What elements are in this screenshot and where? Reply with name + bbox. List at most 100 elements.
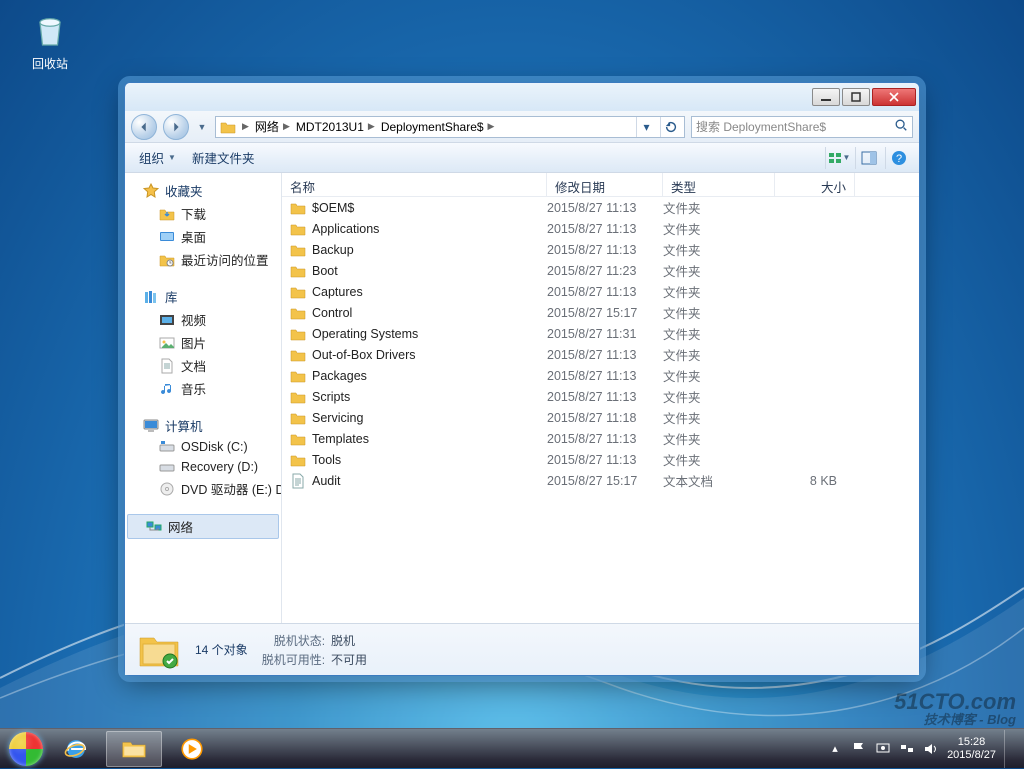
sidebar-drive-d[interactable]: Recovery (D:) [125,457,281,477]
file-type: 文件夹 [663,198,775,217]
list-item[interactable]: Packages2015/8/27 11:13文件夹 [282,365,919,386]
file-name: Captures [312,285,363,299]
col-date[interactable]: 修改日期 [547,173,663,196]
sidebar-libraries-header[interactable]: 库 [125,285,281,308]
recycle-bin[interactable]: 回收站 [20,10,80,72]
file-date: 2015/8/27 11:13 [547,285,663,299]
sidebar-computer-header[interactable]: 计算机 [125,414,281,437]
maximize-button[interactable] [842,88,870,106]
list-item[interactable]: $OEM$2015/8/27 11:13文件夹 [282,197,919,218]
address-dropdown[interactable]: ▾ [636,117,656,137]
watermark: 51CTO.com技术博客 - Blog [894,691,1016,726]
folder-icon [290,200,306,216]
file-size: 8 KB [775,474,855,488]
list-item[interactable]: Out-of-Box Drivers2015/8/27 11:13文件夹 [282,344,919,365]
file-type: 文件夹 [663,387,775,406]
file-type: 文件夹 [663,219,775,238]
crumb-share[interactable]: DeploymentShare$▶ [381,120,497,134]
new-folder-button[interactable]: 新建文件夹 [186,145,261,170]
file-date: 2015/8/27 11:31 [547,327,663,341]
file-date: 2015/8/27 15:17 [547,474,663,488]
titlebar[interactable] [125,83,919,111]
folder-icon [290,389,306,405]
file-name: Packages [312,369,367,383]
sidebar-network[interactable]: 网络 [127,514,279,539]
view-button[interactable]: ▼ [825,147,851,169]
list-item[interactable]: Control2015/8/27 15:17文件夹 [282,302,919,323]
col-name[interactable]: 名称 [282,173,547,196]
toolbar: 组织 ▼ 新建文件夹 ▼ ? [125,143,919,173]
list-item[interactable]: Templates2015/8/27 11:13文件夹 [282,428,919,449]
file-list[interactable]: $OEM$2015/8/27 11:13文件夹Applications2015/… [282,197,919,623]
network-icon [146,519,162,535]
file-type: 文件夹 [663,282,775,301]
taskbar-wmp[interactable] [164,731,220,767]
crumb-network[interactable]: 网络▶ [255,118,292,135]
sidebar-desktop[interactable]: 桌面 [125,225,281,248]
address-bar[interactable]: ▶ 网络▶ MDT2013U1▶ DeploymentShare$▶ ▾ [215,116,685,138]
sidebar-drive-c[interactable]: OSDisk (C:) [125,437,281,457]
explorer-window: ▼ ▶ 网络▶ MDT2013U1▶ DeploymentShare$▶ ▾ 搜… [124,82,920,676]
sidebar-documents[interactable]: 文档 [125,354,281,377]
refresh-button[interactable] [660,117,680,137]
computer-icon [143,418,159,434]
sidebar-favorites-header[interactable]: 收藏夹 [125,179,281,202]
nav-history-dropdown[interactable]: ▼ [195,122,209,132]
sidebar-pictures[interactable]: 图片 [125,331,281,354]
sidebar-recent[interactable]: 最近访问的位置 [125,248,281,271]
list-item[interactable]: Scripts2015/8/27 11:13文件夹 [282,386,919,407]
tray-screen-icon[interactable] [875,741,891,757]
file-type: 文件夹 [663,240,775,259]
system-tray[interactable]: ▴ 15:282015/8/27 [827,730,1018,768]
tray-volume-icon[interactable] [923,741,939,757]
search-icon[interactable] [894,118,908,135]
recycle-bin-label: 回收站 [20,55,80,72]
list-item[interactable]: Applications2015/8/27 11:13文件夹 [282,218,919,239]
folder-icon [290,347,306,363]
minimize-button[interactable] [812,88,840,106]
file-name: Scripts [312,390,350,404]
tray-clock[interactable]: 15:282015/8/27 [947,736,996,761]
show-desktop-button[interactable] [1004,730,1012,768]
taskbar[interactable]: ▴ 15:282015/8/27 [0,728,1024,768]
crumb-host[interactable]: MDT2013U1▶ [296,120,377,134]
file-name: Operating Systems [312,327,418,341]
list-item[interactable]: Operating Systems2015/8/27 11:31文件夹 [282,323,919,344]
recent-icon [159,252,175,268]
file-name: Out-of-Box Drivers [312,348,416,362]
list-item[interactable]: Boot2015/8/27 11:23文件夹 [282,260,919,281]
start-button[interactable] [6,729,46,769]
list-item[interactable]: Captures 2015/8/27 11:13文件夹 [282,281,919,302]
forward-button[interactable] [163,114,189,140]
details-pane: 14 个对象 脱机状态:脱机 脱机可用性:不可用 [125,623,919,675]
search-box[interactable]: 搜索 DeploymentShare$ [691,116,913,138]
close-button[interactable] [872,88,916,106]
file-name: Backup [312,243,354,257]
sidebar-videos[interactable]: 视频 [125,308,281,331]
list-item[interactable]: Audit2015/8/27 15:17文本文档8 KB [282,470,919,491]
sidebar-drive-e[interactable]: DVD 驱动器 (E:) DV [125,477,281,500]
tray-network-icon[interactable] [899,741,915,757]
organize-button[interactable]: 组织 ▼ [133,145,182,170]
column-headers[interactable]: 名称 修改日期 类型 大小 [282,173,919,197]
windows-orb-icon [9,732,43,766]
chevron-right-icon[interactable]: ▶ [240,121,251,132]
sidebar-music[interactable]: 音乐 [125,377,281,400]
taskbar-ie[interactable] [48,731,104,767]
col-size[interactable]: 大小 [775,173,855,196]
help-button[interactable]: ? [885,147,911,169]
tray-flag-icon[interactable] [851,741,867,757]
list-item[interactable]: Tools2015/8/27 11:13文件夹 [282,449,919,470]
sidebar-downloads[interactable]: 下载 [125,202,281,225]
tray-show-hidden-icon[interactable]: ▴ [827,741,843,757]
preview-pane-button[interactable] [855,147,881,169]
taskbar-explorer[interactable] [106,731,162,767]
folder-icon [290,221,306,237]
drive-icon [159,459,175,475]
list-item[interactable]: Servicing2015/8/27 11:18文件夹 [282,407,919,428]
list-item[interactable]: Backup2015/8/27 11:13文件夹 [282,239,919,260]
libraries-icon [143,289,159,305]
col-type[interactable]: 类型 [663,173,775,196]
back-button[interactable] [131,114,157,140]
file-name: Control [312,306,352,320]
